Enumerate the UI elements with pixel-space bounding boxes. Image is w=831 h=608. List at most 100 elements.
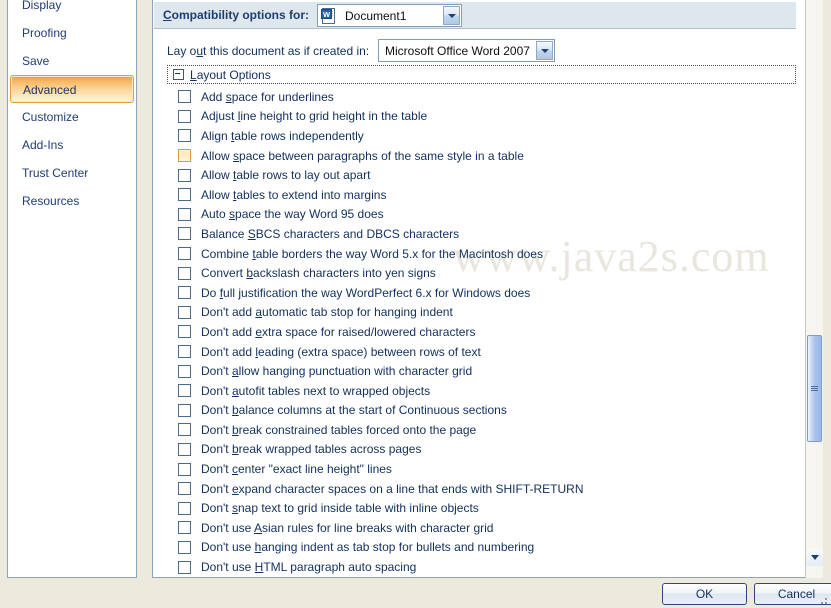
chevron-down-icon[interactable] xyxy=(443,6,460,25)
option-label: Don't add extra space for raised/lowered… xyxy=(201,324,476,339)
option-label: Don't expand character spaces on a line … xyxy=(201,481,584,496)
option-label: Don't use HTML paragraph auto spacing xyxy=(201,560,417,575)
option-label: Don't autofit tables next to wrapped obj… xyxy=(201,383,431,398)
ok-button[interactable]: OK xyxy=(662,583,747,605)
checkbox-icon[interactable] xyxy=(178,501,191,515)
layout-as-value: Microsoft Office Word 2007 xyxy=(385,43,530,58)
checkbox-icon[interactable] xyxy=(178,109,191,123)
resize-grip[interactable] xyxy=(817,594,829,606)
option-label: Do full justification the way WordPerfec… xyxy=(201,285,531,300)
checkbox-icon[interactable] xyxy=(178,442,191,456)
vertical-scrollbar[interactable] xyxy=(805,0,823,578)
checkbox-icon[interactable] xyxy=(178,227,191,241)
option-label: Don't break wrapped tables across pages xyxy=(201,442,422,457)
option-row[interactable]: Convert backslash characters into yen si… xyxy=(167,263,796,283)
checkbox-icon[interactable] xyxy=(178,168,191,182)
checkbox-icon[interactable] xyxy=(178,266,191,280)
option-row[interactable]: Allow tables to extend into margins xyxy=(167,185,796,205)
checkbox-icon[interactable] xyxy=(178,521,191,535)
checkbox-icon[interactable] xyxy=(178,423,191,437)
settings-category-nav: Display Proofing Save Advanced Customize Add-… xyxy=(7,0,137,578)
grip-lines-icon xyxy=(811,386,818,391)
layout-options-group-header[interactable]: Layout Options xyxy=(167,65,796,84)
sidebar-item-add-ins[interactable]: Add-Ins xyxy=(8,131,136,159)
option-row[interactable]: Don't break constrained tables forced on… xyxy=(167,420,796,440)
option-row[interactable]: Auto space the way Word 95 does xyxy=(167,205,796,225)
option-label: Don't add leading (extra space) between … xyxy=(201,344,481,359)
checkbox-icon[interactable] xyxy=(178,560,191,574)
option-label: Allow table rows to lay out apart xyxy=(201,168,371,183)
option-row[interactable]: Align table rows independently xyxy=(167,126,796,146)
checkbox-icon[interactable] xyxy=(178,90,191,104)
option-row[interactable]: Allow table rows to lay out apart xyxy=(167,165,796,185)
option-label: Don't use Asian rules for line breaks wi… xyxy=(201,520,494,535)
checkbox-icon[interactable] xyxy=(178,384,191,398)
option-label: Don't add automatic tab stop for hanging… xyxy=(201,305,453,320)
checkbox-icon[interactable] xyxy=(178,364,191,378)
option-label: Convert backslash characters into yen si… xyxy=(201,266,436,281)
option-row[interactable]: Don't break wrapped tables across pages xyxy=(167,440,796,460)
option-label: Don't use hanging indent as tab stop for… xyxy=(201,540,535,555)
sidebar-item-display[interactable]: Display xyxy=(8,0,136,19)
checkbox-icon[interactable] xyxy=(178,345,191,359)
option-label: Balance SBCS characters and DBCS charact… xyxy=(201,226,460,241)
chevron-down-icon xyxy=(810,555,819,560)
option-row[interactable]: Don't allow hanging punctuation with cha… xyxy=(167,361,796,381)
sidebar-item-label: Advanced xyxy=(23,83,77,97)
option-row[interactable]: Don't snap text to grid inside table wit… xyxy=(167,498,796,518)
checkbox-icon[interactable] xyxy=(178,247,191,261)
checkbox-icon[interactable] xyxy=(178,462,191,476)
scroll-down-button[interactable] xyxy=(806,549,823,566)
layout-as-label: Lay out this document as if created in: xyxy=(167,44,370,58)
checkbox-icon[interactable] xyxy=(178,403,191,417)
sidebar-item-label: Resources xyxy=(22,194,80,208)
checkbox-icon[interactable] xyxy=(178,325,191,339)
option-row[interactable]: Add space for underlines xyxy=(167,87,796,107)
option-row[interactable]: Don't expand character spaces on a line … xyxy=(167,479,796,499)
checkbox-icon[interactable] xyxy=(178,129,191,143)
option-row[interactable]: Don't use hanging indent as tab stop for… xyxy=(167,538,796,558)
option-label: Add space for underlines xyxy=(201,89,334,104)
checkbox-icon[interactable] xyxy=(178,305,191,319)
sidebar-item-label: Proofing xyxy=(22,26,67,40)
scrollbar-thumb[interactable] xyxy=(807,335,822,442)
sidebar-item-label: Display xyxy=(22,0,62,12)
collapse-minus-icon[interactable] xyxy=(173,69,184,80)
chevron-down-icon[interactable] xyxy=(536,41,553,60)
document-select[interactable]: W Document1 xyxy=(317,4,462,27)
checkbox-icon[interactable] xyxy=(178,286,191,300)
checkbox-icon[interactable] xyxy=(178,540,191,554)
checkbox-icon[interactable] xyxy=(178,207,191,221)
checkbox-icon[interactable] xyxy=(178,188,191,202)
option-row[interactable]: Balance SBCS characters and DBCS charact… xyxy=(167,224,796,244)
option-row[interactable]: Adjust line height to grid height in the… xyxy=(167,107,796,127)
layout-as-row: Lay out this document as if created in: … xyxy=(167,39,767,63)
layout-as-select[interactable]: Microsoft Office Word 2007 xyxy=(378,39,555,62)
option-row[interactable]: Don't add extra space for raised/lowered… xyxy=(167,322,796,342)
sidebar-item-label: Trust Center xyxy=(22,166,89,180)
option-row[interactable]: Don't balance columns at the start of Co… xyxy=(167,401,796,421)
option-row[interactable]: Do full justification the way WordPerfec… xyxy=(167,283,796,303)
option-row[interactable] xyxy=(167,577,796,578)
option-row[interactable]: Allow space between paragraphs of the sa… xyxy=(167,146,796,166)
option-row[interactable]: Don't add automatic tab stop for hanging… xyxy=(167,303,796,323)
option-row[interactable]: Combine table borders the way Word 5.x f… xyxy=(167,244,796,264)
layout-options-list[interactable]: Add space for underlines Adjust line heig… xyxy=(167,87,796,577)
checkbox-icon[interactable] xyxy=(178,482,191,496)
sidebar-item-resources[interactable]: Resources xyxy=(8,187,136,215)
sidebar-item-save[interactable]: Save xyxy=(8,47,136,75)
option-row[interactable]: Don't use Asian rules for line breaks wi… xyxy=(167,518,796,538)
option-label: Don't balance columns at the start of Co… xyxy=(201,403,507,418)
option-row[interactable]: Don't add leading (extra space) between … xyxy=(167,342,796,362)
option-label: Don't break constrained tables forced on… xyxy=(201,422,477,437)
layout-options-group-title: Layout Options xyxy=(190,67,271,82)
sidebar-item-customize[interactable]: Customize xyxy=(8,103,136,131)
sidebar-item-advanced[interactable]: Advanced xyxy=(10,75,134,103)
option-row[interactable]: Don't use HTML paragraph auto spacing xyxy=(167,557,796,577)
option-row[interactable]: Don't autofit tables next to wrapped obj… xyxy=(167,381,796,401)
option-label: Align table rows independently xyxy=(201,128,364,143)
option-row[interactable]: Don't center "exact line height" lines xyxy=(167,459,796,479)
sidebar-item-proofing[interactable]: Proofing xyxy=(8,19,136,47)
checkbox-icon[interactable] xyxy=(178,149,191,163)
sidebar-item-trust-center[interactable]: Trust Center xyxy=(8,159,136,187)
